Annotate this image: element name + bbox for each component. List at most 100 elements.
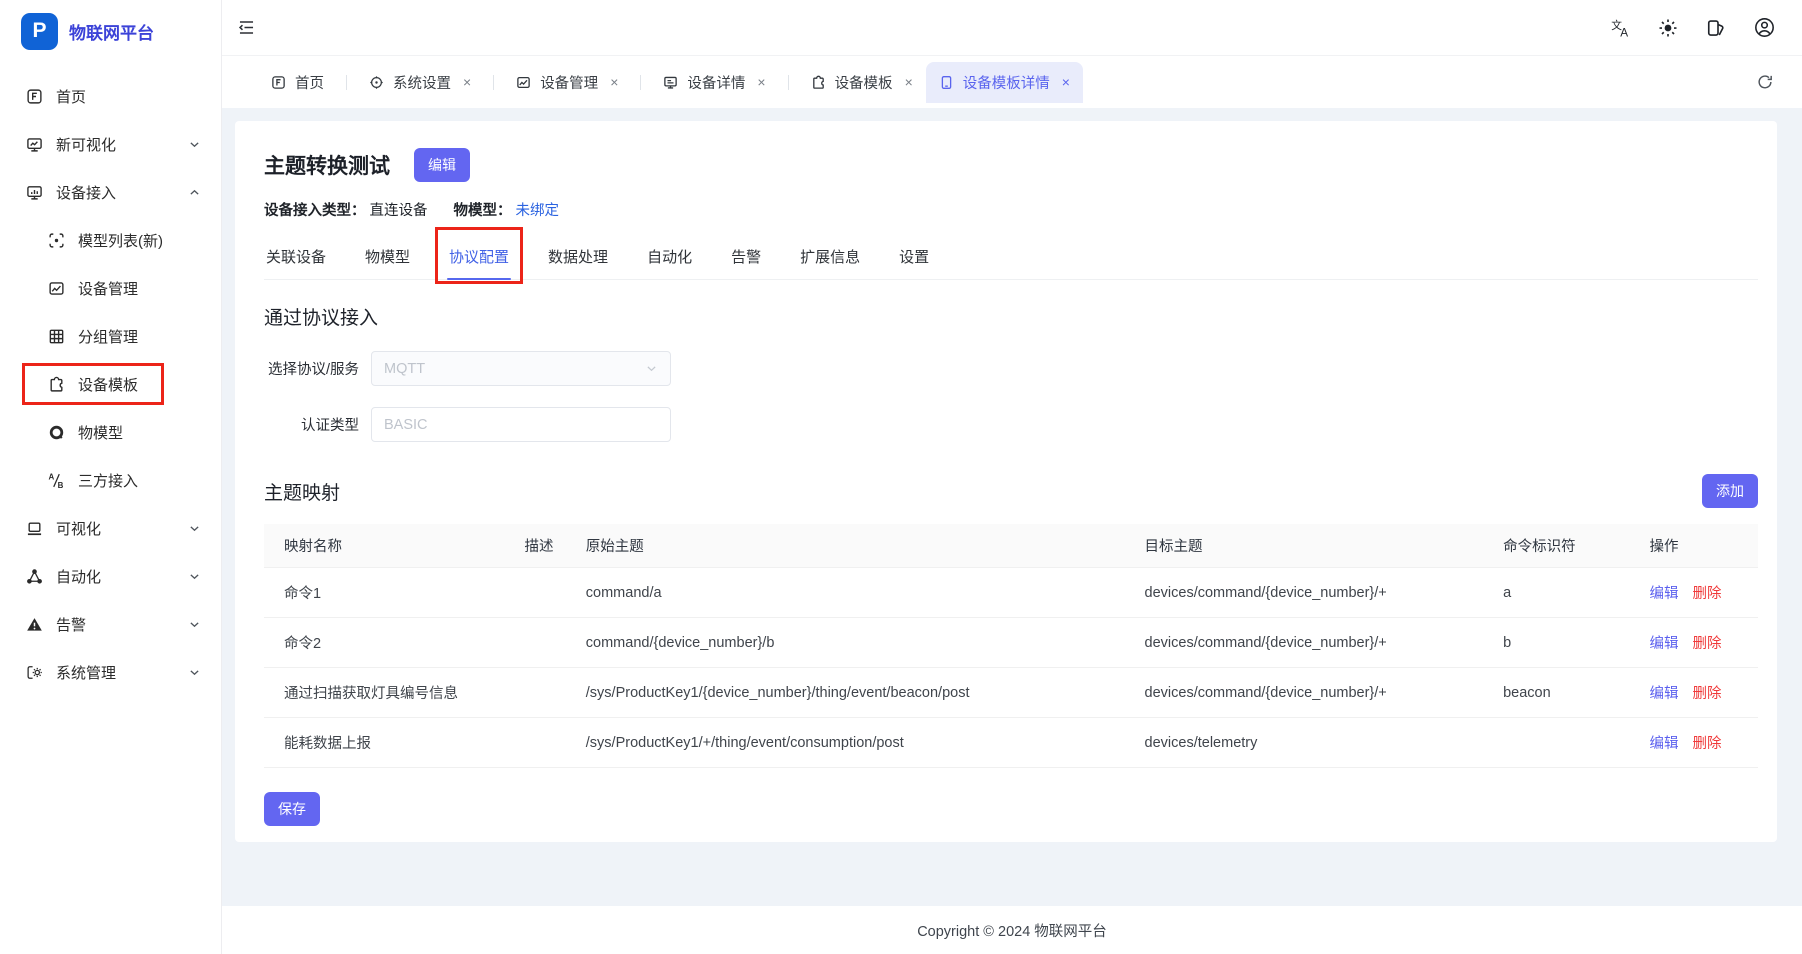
add-button[interactable]: 添加 — [1702, 474, 1758, 508]
cell-source-topic: /sys/ProductKey1/{device_number}/thing/e… — [566, 668, 1125, 718]
tab-system-settings[interactable]: 系统设置 × — [356, 62, 484, 103]
auth-type-input[interactable]: BASIC — [371, 407, 671, 442]
edit-link[interactable]: 编辑 — [1650, 736, 1679, 752]
tab-device-template-detail[interactable]: 设备模板详情 × — [926, 62, 1083, 103]
brand[interactable]: P 物联网平台 — [0, 0, 221, 62]
translate-icon[interactable]: 文A — [1610, 18, 1630, 38]
sidebar-item-label: 可视化 — [56, 518, 101, 539]
home-icon — [271, 75, 286, 90]
sidebar-item-third-party-access[interactable]: AB 三方接入 — [0, 456, 221, 504]
delete-link[interactable]: 删除 — [1693, 586, 1722, 602]
detail-tab-automation[interactable]: 自动化 — [645, 236, 694, 279]
branch-icon — [25, 567, 43, 585]
sidebar-item-label: 新可视化 — [56, 134, 116, 155]
detail-tab-alarm[interactable]: 告警 — [729, 236, 763, 279]
title-row: 主题转换测试 编辑 — [264, 148, 1758, 182]
tab-label: 系统设置 — [393, 72, 451, 93]
detail-tab-label: 协议配置 — [449, 249, 509, 266]
detail-tab-thing-model[interactable]: 物模型 — [363, 236, 412, 279]
detail-tab-related-devices[interactable]: 关联设备 — [264, 236, 328, 279]
menu-fold-icon[interactable] — [237, 18, 256, 37]
save-button[interactable]: 保存 — [264, 792, 320, 826]
sidebar-item-label: 自动化 — [56, 566, 101, 587]
mapping-section-header: 主题映射 添加 — [264, 474, 1758, 508]
monitor-signal-icon — [25, 183, 43, 201]
cell-source-topic: command/{device_number}/b — [566, 618, 1125, 668]
sidebar-item-group-management[interactable]: 分组管理 — [0, 312, 221, 360]
cell-source-topic: /sys/ProductKey1/+/thing/event/consumpti… — [566, 718, 1125, 768]
sidebar-item-thing-model[interactable]: 物模型 — [0, 408, 221, 456]
chevron-up-icon — [188, 186, 201, 199]
sidebar-item-home[interactable]: 首页 — [0, 72, 221, 120]
close-icon[interactable]: × — [463, 75, 471, 89]
table-header-row: 映射名称 描述 原始主题 目标主题 命令标识符 操作 — [264, 524, 1758, 568]
delete-link[interactable]: 删除 — [1693, 636, 1722, 652]
col-command-identifier: 命令标识符 — [1483, 524, 1629, 568]
sidebar-item-system-management[interactable]: 系统管理 — [0, 648, 221, 696]
thing-model-link[interactable]: 未绑定 — [516, 199, 560, 220]
tab-home[interactable]: 首页 — [258, 62, 337, 103]
tab-device-detail[interactable]: 设备详情 × — [650, 62, 778, 103]
close-icon[interactable]: × — [1062, 75, 1070, 89]
detail-tab-protocol-config[interactable]: 协议配置 — [447, 236, 511, 279]
sidebar-item-model-list-new[interactable]: 模型列表(新) — [0, 216, 221, 264]
access-type-label: 设备接入类型： — [264, 199, 366, 220]
sidebar-item-label: 分组管理 — [78, 326, 138, 347]
content-area: 主题转换测试 编辑 设备接入类型： 直连设备 物模型： 未绑定 关联设备 物模型… — [222, 108, 1802, 906]
detail-tab-extended-info[interactable]: 扩展信息 — [798, 236, 862, 279]
sidebar-item-label: 首页 — [56, 86, 86, 107]
gear-icon — [369, 75, 384, 90]
monitor-icon — [663, 75, 678, 90]
detail-tab-settings[interactable]: 设置 — [897, 236, 931, 279]
delete-link[interactable]: 删除 — [1693, 736, 1722, 752]
col-mapping-name: 映射名称 — [264, 524, 505, 568]
delete-link[interactable]: 删除 — [1693, 686, 1722, 702]
edit-link[interactable]: 编辑 — [1650, 686, 1679, 702]
scan-icon — [47, 231, 65, 249]
edit-button[interactable]: 编辑 — [414, 148, 470, 182]
tab-device-template[interactable]: 设备模板 × — [798, 62, 926, 103]
thing-model-label: 物模型： — [454, 199, 512, 220]
cell-actions: 编辑删除 — [1630, 718, 1759, 768]
save-row: 保存 — [264, 792, 1758, 826]
cell-command-identifier: beacon — [1483, 668, 1629, 718]
col-description: 描述 — [505, 524, 566, 568]
cell-command-identifier: b — [1483, 618, 1629, 668]
sidebar-item-visualization[interactable]: 可视化 — [0, 504, 221, 552]
protocol-select[interactable]: MQTT — [371, 351, 671, 386]
sidebar-item-new-visualization[interactable]: 新可视化 — [0, 120, 221, 168]
sidebar-item-device-template[interactable]: 设备模板 — [0, 360, 221, 408]
protocol-select-value: MQTT — [384, 361, 425, 377]
close-icon[interactable]: × — [757, 75, 765, 89]
cell-description — [505, 618, 566, 668]
edit-link[interactable]: 编辑 — [1650, 586, 1679, 602]
close-icon[interactable]: × — [610, 75, 618, 89]
svg-text:A: A — [1620, 26, 1628, 38]
warning-triangle-icon — [25, 615, 43, 633]
main-area: 文A 首页 — [222, 0, 1802, 954]
cell-source-topic: command/a — [566, 568, 1125, 618]
sidebar-item-device-management[interactable]: 设备管理 — [0, 264, 221, 312]
protocol-select-label: 选择协议/服务 — [264, 358, 359, 379]
user-avatar-icon[interactable] — [1754, 17, 1775, 38]
cell-mapping-name: 通过扫描获取灯具编号信息 — [264, 668, 505, 718]
cell-mapping-name: 命令1 — [264, 568, 505, 618]
sidebar-item-automation[interactable]: 自动化 — [0, 552, 221, 600]
col-source-topic: 原始主题 — [566, 524, 1125, 568]
theme-skin-icon[interactable] — [1706, 18, 1726, 38]
cell-target-topic: devices/telemetry — [1125, 718, 1484, 768]
edit-link[interactable]: 编辑 — [1650, 636, 1679, 652]
refresh-icon[interactable] — [1756, 73, 1774, 91]
sidebar-item-alarm[interactable]: 告警 — [0, 600, 221, 648]
close-icon[interactable]: × — [905, 75, 913, 89]
brand-logo-icon: P — [21, 13, 58, 50]
image-wave-icon — [47, 279, 65, 297]
meta-row: 设备接入类型： 直连设备 物模型： 未绑定 — [264, 199, 1758, 220]
tablet-icon — [939, 75, 954, 90]
theme-light-icon[interactable] — [1658, 18, 1678, 38]
sidebar-item-device-access[interactable]: 设备接入 — [0, 168, 221, 216]
sidebar-item-label: 设备模板 — [78, 374, 138, 395]
tab-device-management[interactable]: 设备管理 × — [503, 62, 631, 103]
detail-tab-data-processing[interactable]: 数据处理 — [546, 236, 610, 279]
sidebar-item-label: 设备接入 — [56, 182, 116, 203]
